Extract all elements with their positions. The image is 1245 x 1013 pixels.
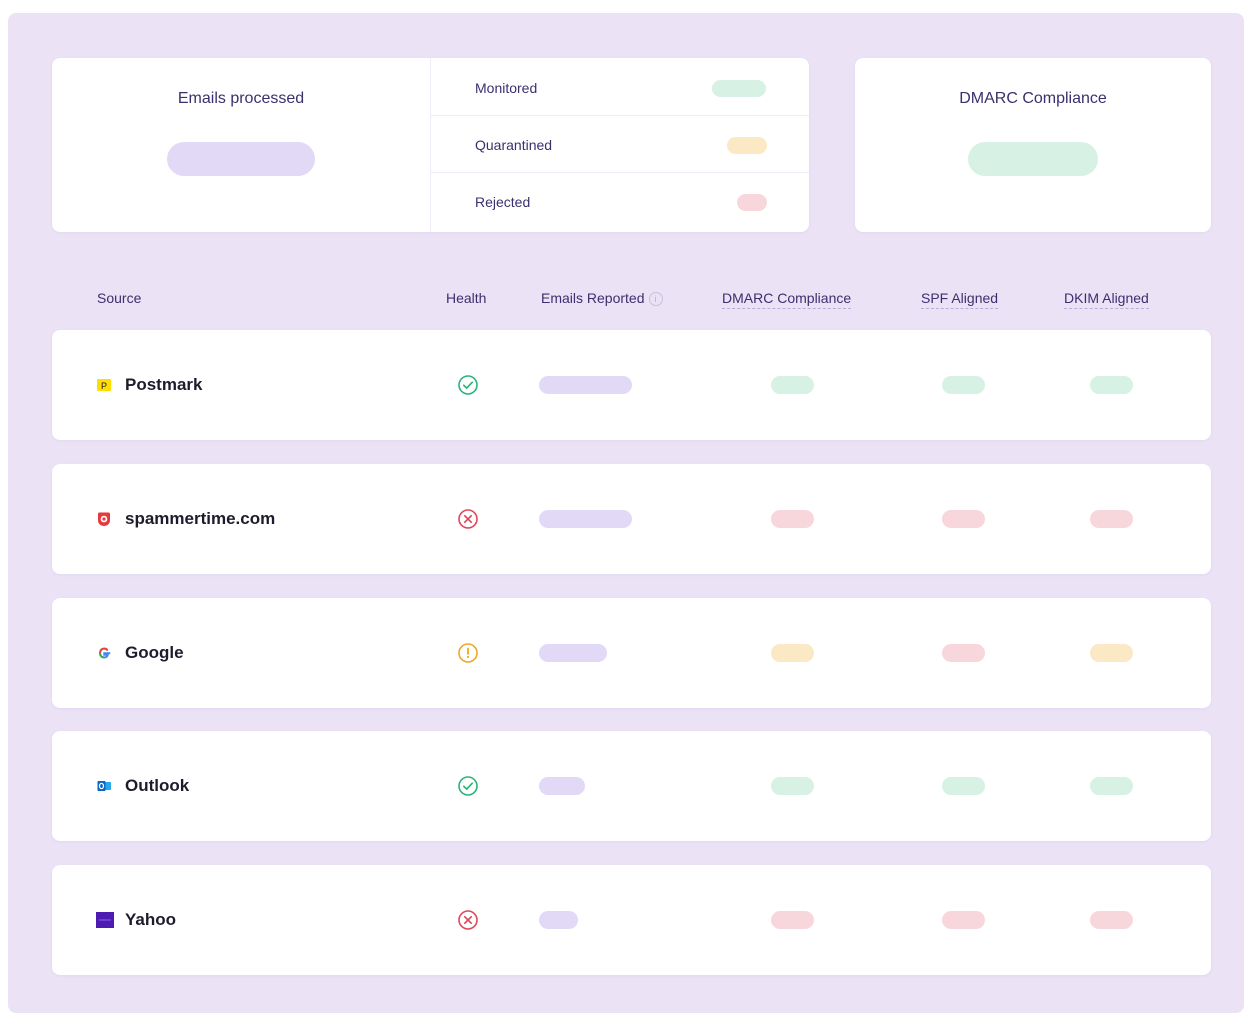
dkim-aligned-status	[1090, 911, 1133, 929]
legend-label: Rejected	[475, 194, 531, 210]
check-circle-icon	[457, 374, 479, 396]
x-circle-icon	[457, 909, 479, 931]
legend-item-monitored: Monitored	[431, 58, 809, 116]
emails-processed-value-placeholder	[167, 142, 315, 176]
table-row[interactable]: Outlook	[52, 731, 1211, 841]
info-icon[interactable]: i	[648, 292, 663, 306]
emails-reported-bar	[539, 376, 632, 394]
dkim-aligned-status	[1090, 376, 1133, 394]
column-header-emails-reported[interactable]: Emails Reported i	[541, 290, 663, 306]
table-row[interactable]: Google	[52, 598, 1211, 708]
emails-reported-bar	[539, 644, 607, 662]
dmarc-summary-card: DMARC Compliance	[855, 58, 1211, 232]
spf-aligned-status	[942, 376, 985, 394]
spf-aligned-status	[942, 644, 985, 662]
dkim-aligned-status	[1090, 510, 1133, 528]
yahoo-logo	[96, 912, 114, 928]
warning-circle-icon	[457, 642, 479, 664]
legend-item-rejected: Rejected	[431, 172, 809, 229]
dmarc-compliance-status	[771, 510, 814, 528]
check-circle-icon	[457, 775, 479, 797]
column-header-dmarc-compliance[interactable]: DMARC Compliance	[722, 290, 852, 309]
postmark-logo: P	[96, 377, 112, 393]
emails-reported-bar	[539, 510, 632, 528]
dmarc-compliance-status	[771, 376, 814, 394]
table-row[interactable]: P Postmark	[52, 330, 1211, 440]
source-name: spammertime.com	[125, 509, 276, 528]
column-header-label: Emails Reported	[541, 290, 645, 306]
dmarc-compliance-status	[771, 911, 814, 929]
column-header-source[interactable]: Source	[97, 290, 141, 306]
emails-reported-bar	[539, 911, 578, 929]
table-row[interactable]: spammertime.com	[52, 464, 1211, 574]
source-name: Postmark	[125, 375, 203, 394]
dmarc-value-placeholder	[968, 142, 1098, 176]
outlook-logo	[96, 778, 112, 794]
emails-processed-label: Emails processed	[177, 90, 305, 107]
source-name: Google	[125, 643, 184, 662]
dkim-aligned-status	[1090, 644, 1133, 662]
column-header-spf-aligned[interactable]: SPF Aligned	[921, 290, 999, 309]
emails-reported-bar	[539, 777, 585, 795]
dmarc-compliance-status	[771, 777, 814, 795]
spammertime-logo	[96, 511, 112, 527]
column-header-health[interactable]: Health	[446, 290, 486, 306]
legend-label: Monitored	[475, 80, 538, 96]
column-header-dkim-aligned[interactable]: DKIM Aligned	[1064, 290, 1149, 309]
legend-swatch-red	[737, 194, 767, 211]
dkim-aligned-status	[1090, 777, 1133, 795]
spf-aligned-status	[942, 777, 985, 795]
spf-aligned-status	[942, 510, 985, 528]
legend-item-quarantined: Quarantined	[431, 115, 809, 173]
legend-label: Quarantined	[475, 137, 553, 153]
google-logo	[96, 645, 112, 661]
source-name: Yahoo	[125, 910, 177, 929]
legend-swatch-yellow	[727, 137, 767, 154]
emails-summary-card: Emails processed Monitored Quarantined R…	[52, 58, 809, 232]
dmarc-compliance-label: DMARC Compliance	[959, 90, 1107, 107]
spf-aligned-status	[942, 911, 985, 929]
svg-text:P: P	[101, 381, 107, 391]
x-circle-icon	[457, 508, 479, 530]
legend-swatch-green	[712, 80, 766, 97]
dmarc-compliance-status	[771, 644, 814, 662]
table-row[interactable]: Yahoo	[52, 865, 1211, 975]
source-name: Outlook	[125, 776, 190, 795]
